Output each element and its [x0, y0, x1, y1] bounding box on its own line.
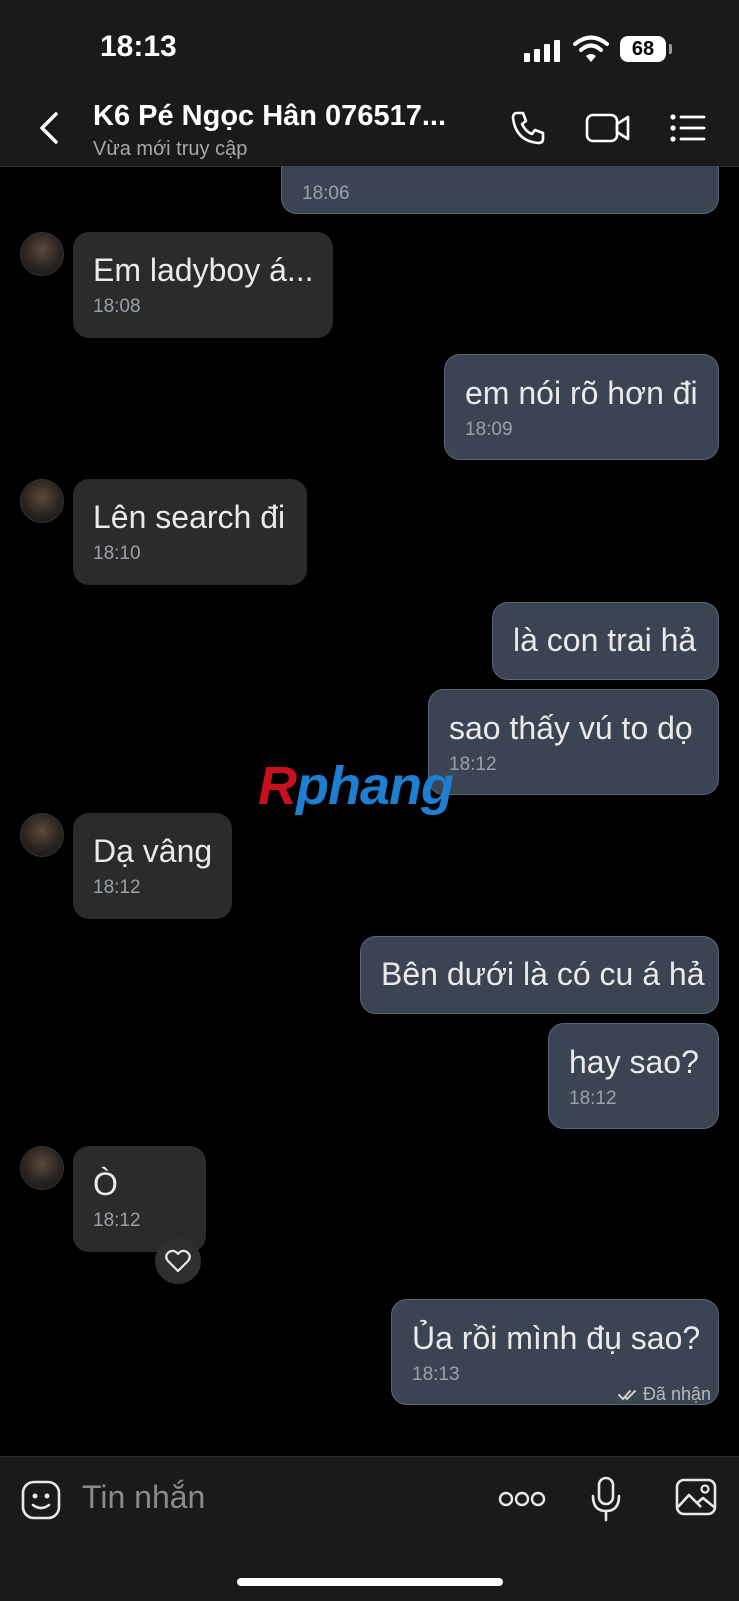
- message-text: hay sao?: [569, 1044, 699, 1080]
- message-text: Lên search đi: [93, 499, 286, 535]
- video-call-icon[interactable]: [585, 108, 631, 148]
- wifi-icon: [573, 35, 609, 62]
- message-text: Dạ vâng: [93, 833, 213, 869]
- message-bubble-outgoing[interactable]: sao thấy vú to dọ 18:12: [428, 689, 719, 795]
- message-text: Ò: [93, 1166, 118, 1202]
- message-time: 18:10: [93, 543, 141, 564]
- status-time: 18:13: [100, 30, 177, 63]
- message-bubble-outgoing[interactable]: Bên dưới là có cu á hả: [360, 936, 719, 1014]
- chat-header: K6 Pé Ngọc Hân 076517... Vừa mới truy cậ…: [0, 90, 739, 167]
- cellular-signal-icon: [524, 38, 564, 62]
- message-text: Ủa rồi mình đụ sao?: [412, 1320, 701, 1356]
- watermark-logo: Rphang: [258, 756, 454, 816]
- double-check-icon: [617, 1390, 636, 1401]
- reaction-button[interactable]: [155, 1238, 201, 1284]
- message-time: 18:12: [93, 1210, 141, 1231]
- message-time: 18:12: [449, 754, 497, 775]
- message-bubble-incoming[interactable]: Lên search đi 18:10: [73, 479, 307, 585]
- message-time: 18:08: [93, 296, 141, 317]
- presence-status: Vừa mới truy cập: [93, 138, 248, 160]
- message-bubble-incoming[interactable]: Dạ vâng 18:12: [73, 813, 232, 919]
- message-bubble-incoming[interactable]: Em ladyboy á... 18:08: [73, 232, 333, 338]
- message-text: em nói rõ hơn đi: [465, 375, 698, 411]
- message-time: 18:06: [302, 183, 350, 204]
- message-text: Bên dưới là có cu á hả: [381, 956, 705, 992]
- message-bubble-outgoing[interactable]: 18:06: [281, 166, 719, 214]
- phone-call-icon[interactable]: [508, 108, 548, 148]
- message-input[interactable]: Tin nhắn: [82, 1479, 205, 1516]
- status-bar: 18:13 68: [0, 0, 739, 90]
- message-text: là con trai hả: [513, 622, 697, 658]
- message-text: Em ladyboy á...: [93, 252, 314, 288]
- contact-avatar[interactable]: [20, 813, 64, 857]
- delivery-status: Đã nhận: [617, 1384, 711, 1405]
- microphone-icon[interactable]: [590, 1475, 622, 1523]
- delivery-status-text: Đã nhận: [642, 1384, 711, 1404]
- battery-indicator: 68: [620, 36, 672, 62]
- message-text: sao thấy vú to dọ: [449, 710, 693, 746]
- image-gallery-icon[interactable]: [674, 1477, 718, 1517]
- message-bubble-outgoing[interactable]: hay sao? 18:12: [548, 1023, 719, 1129]
- contact-name[interactable]: K6 Pé Ngọc Hân 076517...: [93, 100, 446, 133]
- message-bubble-incoming[interactable]: Ò 18:12: [73, 1146, 206, 1252]
- home-indicator: [237, 1578, 503, 1586]
- back-arrow-icon[interactable]: [34, 110, 64, 146]
- contact-avatar[interactable]: [20, 479, 64, 523]
- menu-list-icon[interactable]: [668, 108, 708, 148]
- message-bubble-outgoing[interactable]: em nói rõ hơn đi 18:09: [444, 354, 719, 460]
- message-time: 18:12: [569, 1088, 617, 1109]
- more-options-icon[interactable]: [498, 1489, 546, 1509]
- heart-icon: [165, 1249, 191, 1273]
- emoji-sticker-icon[interactable]: [20, 1479, 62, 1521]
- message-time: 18:12: [93, 877, 141, 898]
- message-time: 18:13: [412, 1364, 460, 1385]
- contact-avatar[interactable]: [20, 1146, 64, 1190]
- message-bubble-outgoing[interactable]: là con trai hả: [492, 602, 719, 680]
- message-time: 18:09: [465, 419, 513, 440]
- contact-avatar[interactable]: [20, 232, 64, 276]
